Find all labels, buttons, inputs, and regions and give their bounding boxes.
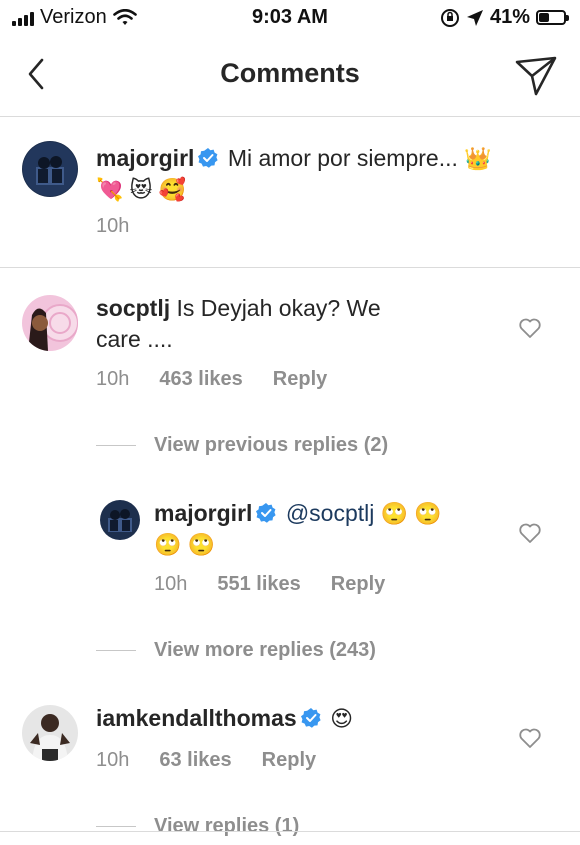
- comment-meta: 10h 463 likes Reply: [96, 368, 327, 391]
- header: Comments: [0, 36, 580, 117]
- caption-meta: 10h: [96, 215, 129, 238]
- reply-emojis: 🙄 🙄: [380, 501, 442, 526]
- orientation-lock-icon: [440, 8, 459, 27]
- heart-icon[interactable]: [518, 317, 542, 339]
- view-more-label: View more replies (243): [154, 639, 376, 661]
- view-previous-replies[interactable]: View previous replies (2): [96, 434, 388, 457]
- comment-username[interactable]: socptlj: [96, 295, 170, 321]
- view-replies[interactable]: View replies (1): [96, 815, 299, 838]
- caption-username[interactable]: majorgirl: [96, 145, 194, 171]
- reply-likes[interactable]: 551 likes: [217, 573, 300, 596]
- mention-link[interactable]: @socptlj: [286, 500, 375, 526]
- battery-icon: [536, 10, 569, 25]
- avatar[interactable]: [22, 295, 78, 351]
- verified-badge-icon: [198, 148, 219, 168]
- reply-button[interactable]: Reply: [262, 749, 316, 772]
- reply-text: majorgirl @socptlj 🙄 🙄 🙄 🙄: [154, 498, 494, 560]
- view-replies-label: View replies (1): [154, 815, 300, 837]
- reply-meta: 10h 551 likes Reply: [154, 573, 385, 596]
- heart-icon[interactable]: [518, 727, 542, 749]
- comment-meta: 10h 63 likes Reply: [96, 749, 316, 772]
- comment-message-line1: Is Deyjah okay? We: [176, 295, 381, 321]
- divider-dash: [96, 826, 136, 827]
- comment-time: 10h: [96, 749, 130, 771]
- comment-time: 10h: [96, 368, 130, 390]
- divider-dash: [96, 650, 136, 651]
- direct-send-icon[interactable]: [514, 54, 558, 98]
- heart-icon[interactable]: [518, 522, 542, 544]
- view-previous-label: View previous replies (2): [154, 434, 389, 456]
- reply-emojis-line2: 🙄 🙄: [154, 532, 215, 557]
- status-right: 41%: [440, 6, 569, 29]
- comment-message-line2: care ....: [96, 326, 173, 352]
- view-more-replies[interactable]: View more replies (243): [96, 639, 376, 662]
- divider-dash: [96, 445, 136, 446]
- comment-text: socptlj Is Deyjah okay? We care ....: [96, 293, 456, 355]
- comment-likes[interactable]: 463 likes: [159, 368, 242, 391]
- reply-button[interactable]: Reply: [273, 368, 327, 391]
- battery-percent: 41%: [489, 6, 530, 28]
- caption-emojis: 💘 😻 🥰: [96, 177, 186, 202]
- verified-badge-icon: [300, 708, 321, 728]
- location-icon: [466, 9, 483, 26]
- caption-text: majorgirl Mi amor por siempre... 👑 💘 😻 🥰: [96, 143, 556, 205]
- comment-text: iamkendallthomas 😍: [96, 703, 496, 734]
- page-title: Comments: [220, 58, 360, 88]
- avatar[interactable]: [22, 141, 78, 197]
- comment-username[interactable]: iamkendallthomas: [96, 705, 297, 731]
- reply-time: 10h: [154, 573, 188, 595]
- battery-fill: [539, 13, 549, 22]
- caption-time: 10h: [96, 215, 130, 237]
- reply-username[interactable]: majorgirl: [154, 500, 252, 526]
- avatar[interactable]: [100, 500, 140, 540]
- comment-likes[interactable]: 63 likes: [159, 749, 231, 772]
- avatar[interactable]: [22, 705, 78, 761]
- comment-emoji: 😍: [330, 706, 354, 731]
- caption-crown-emoji: 👑: [464, 146, 492, 171]
- reply-button[interactable]: Reply: [331, 573, 385, 596]
- caption: majorgirl Mi amor por siempre... 👑 💘 😻 🥰…: [0, 117, 580, 268]
- verified-badge-icon: [256, 503, 277, 523]
- caption-message: Mi amor por siempre...: [227, 145, 458, 171]
- status-bar: Verizon 9:03 AM 41%: [0, 0, 580, 36]
- bottom-divider: [0, 831, 580, 832]
